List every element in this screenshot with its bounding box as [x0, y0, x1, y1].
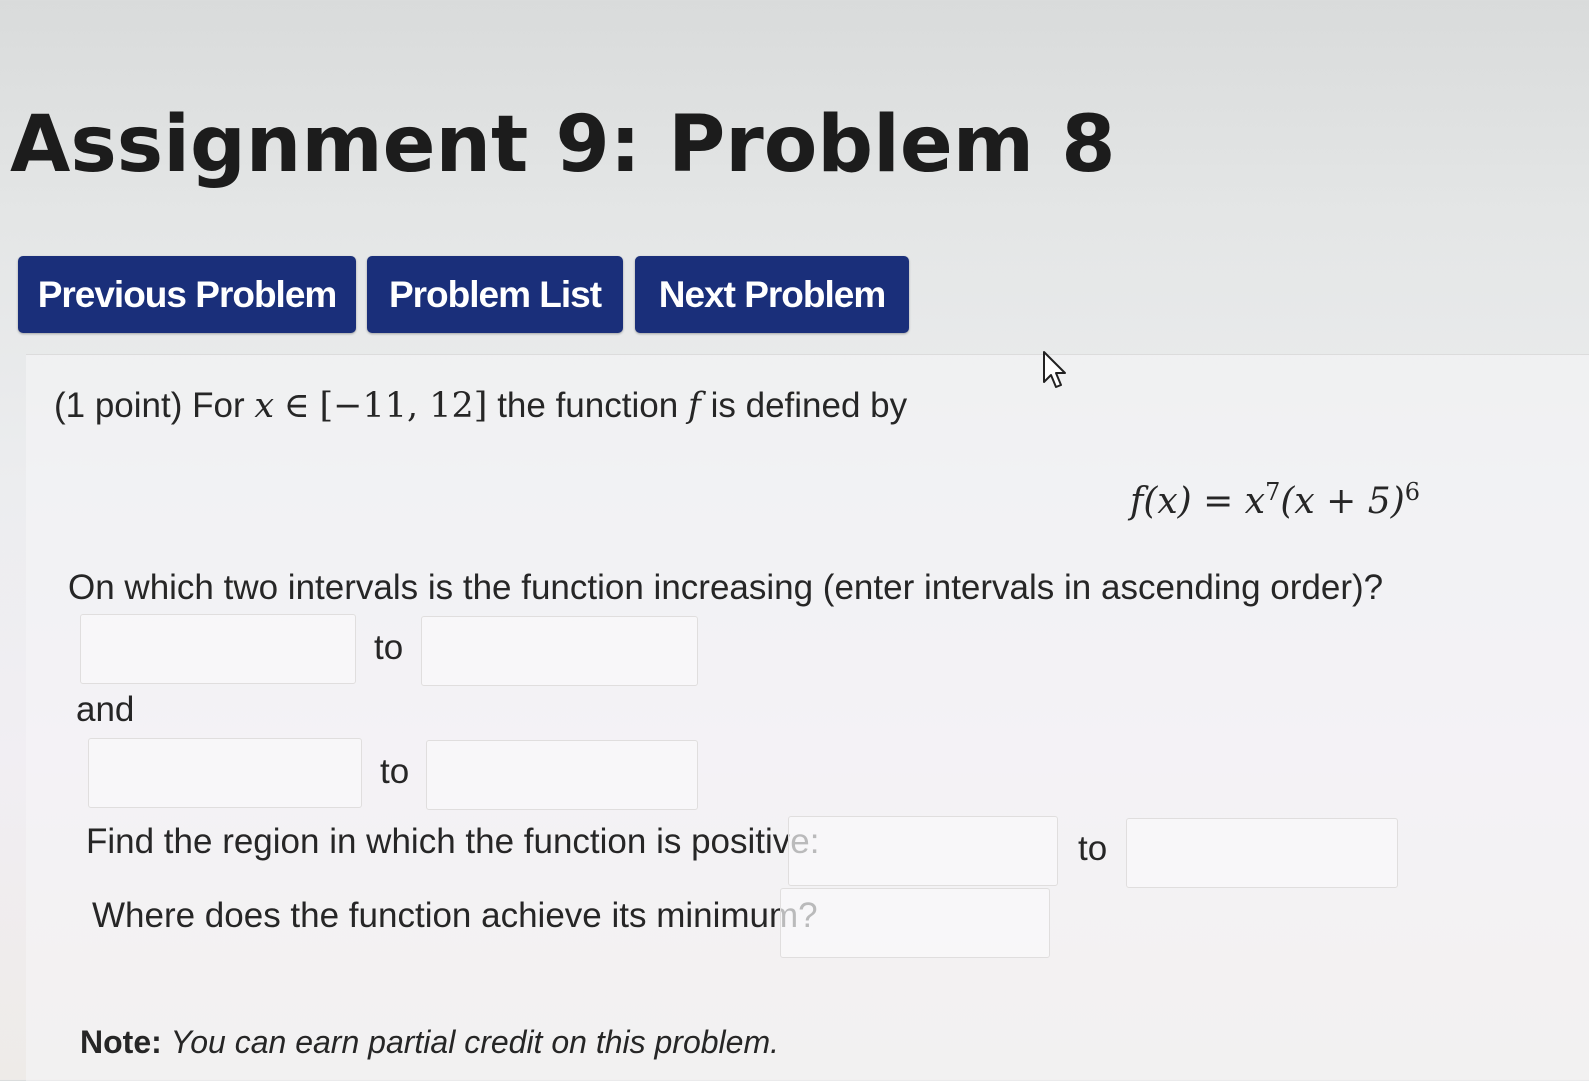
- intro-middle: the function: [497, 386, 679, 425]
- to-label: to: [380, 752, 410, 791]
- problem-list-button[interactable]: Problem List: [367, 256, 623, 333]
- element-of-symbol: ∈: [283, 386, 310, 426]
- variable-x: x: [254, 386, 275, 426]
- question-increasing: On which two intervals is the function i…: [68, 568, 1384, 607]
- note-label: Note:: [80, 1024, 162, 1060]
- intro-prefix: (1 point) For: [54, 386, 245, 425]
- problem-container: [26, 354, 1589, 1081]
- function-formula: f(x) = x7(x + 5)6: [1130, 478, 1420, 522]
- formula-exponent-1: 7: [1265, 478, 1281, 506]
- increasing-interval-1-end-input[interactable]: [421, 616, 698, 686]
- formula-equals: =: [1203, 481, 1234, 522]
- domain-interval: [−11, 12]: [319, 386, 488, 426]
- intro-suffix: is defined by: [710, 386, 908, 425]
- increasing-interval-2-end-input[interactable]: [426, 740, 698, 810]
- increasing-interval-2-start-input[interactable]: [88, 738, 362, 808]
- question-minimum: Where does the function achieve its mini…: [92, 896, 818, 935]
- note-text: You can earn partial credit on this prob…: [170, 1024, 779, 1060]
- positive-region-start-input[interactable]: [788, 816, 1058, 886]
- increasing-interval-1-start-input[interactable]: [80, 614, 356, 684]
- previous-problem-button[interactable]: Previous Problem: [18, 256, 356, 333]
- problem-intro: (1 point) For x ∈ [−11, 12] the function…: [54, 386, 907, 426]
- next-problem-button[interactable]: Next Problem: [635, 256, 909, 333]
- formula-exponent-2: 6: [1404, 478, 1421, 506]
- page-title: Assignment 9: Problem 8: [10, 100, 1116, 190]
- minimum-location-input[interactable]: [780, 888, 1050, 958]
- formula-base: x: [1244, 481, 1266, 522]
- positive-region-end-input[interactable]: [1126, 818, 1398, 888]
- variable-f: f: [687, 386, 701, 426]
- formula-lhs: f(x): [1130, 481, 1192, 522]
- to-label: to: [1078, 829, 1108, 868]
- and-label: and: [76, 690, 135, 729]
- question-positive: Find the region in which the function is…: [86, 822, 820, 861]
- formula-factor: (x + 5): [1280, 481, 1405, 522]
- to-label: to: [374, 628, 404, 667]
- note: Note: You can earn partial credit on thi…: [80, 1024, 779, 1061]
- mouse-pointer-icon: [1043, 351, 1066, 388]
